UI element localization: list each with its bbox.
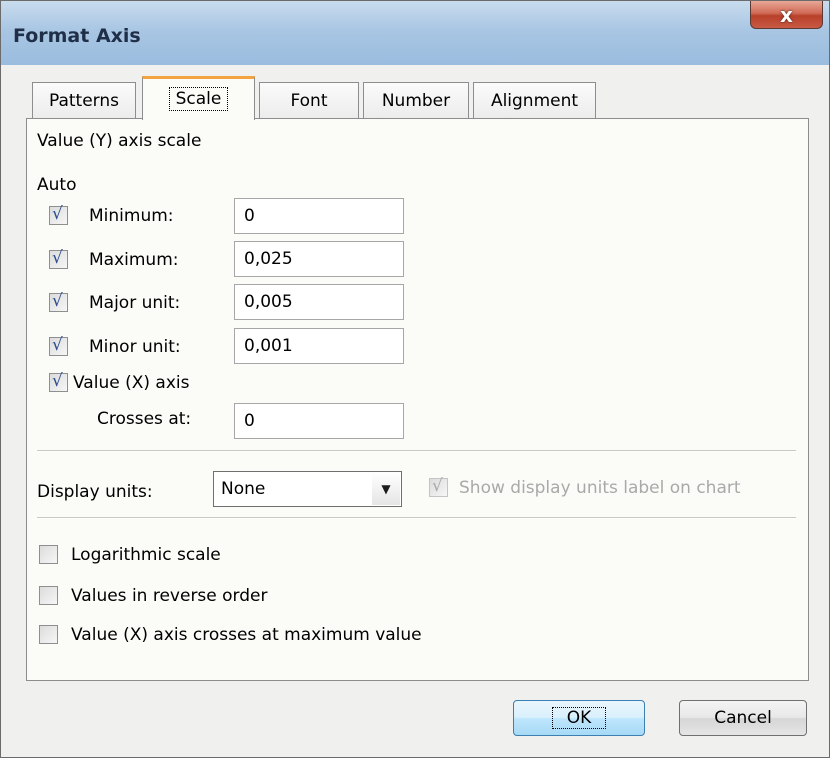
tab-patterns[interactable]: Patterns: [32, 82, 136, 118]
tab-label: Number: [381, 91, 451, 111]
minimum-label: Minimum:: [89, 206, 174, 226]
crosses-at-label: Crosses at:: [97, 409, 192, 429]
major-unit-input[interactable]: [234, 284, 404, 320]
crosses-at-maximum-label: Value (X) axis crosses at maximum value: [71, 625, 422, 645]
display-units-value: None: [221, 479, 266, 499]
ok-button[interactable]: OK: [513, 700, 645, 736]
chevron-down-icon: ▼: [372, 473, 400, 505]
tab-label: Scale: [168, 87, 229, 111]
show-units-label-text: Show display units label on chart: [459, 478, 741, 498]
auto-label: Auto: [37, 175, 77, 195]
minor-unit-auto-checkbox[interactable]: [49, 335, 68, 356]
format-axis-dialog: Format Axis x Patterns Scale Font Number…: [0, 0, 830, 758]
maximum-auto-checkbox[interactable]: [49, 248, 68, 269]
cancel-button-label: Cancel: [714, 708, 772, 728]
maximum-input[interactable]: [234, 241, 404, 277]
crosses-at-input[interactable]: [234, 403, 404, 439]
ok-button-label: OK: [551, 707, 607, 729]
logarithmic-scale-checkbox[interactable]: [39, 545, 58, 564]
minimum-auto-checkbox[interactable]: [49, 204, 68, 225]
title-bar[interactable]: Format Axis: [1, 1, 829, 65]
x-axis-crosses-auto-checkbox[interactable]: [49, 371, 68, 392]
display-units-label: Display units:: [37, 482, 153, 502]
minor-unit-label: Minor unit:: [89, 337, 181, 357]
reverse-order-checkbox[interactable]: [39, 586, 58, 605]
window-title: Format Axis: [13, 25, 141, 47]
separator: [37, 450, 796, 452]
display-units-select[interactable]: None ▼: [213, 471, 402, 507]
close-icon: x: [780, 2, 793, 27]
tab-label: Font: [290, 91, 328, 111]
minimum-input[interactable]: [234, 198, 404, 234]
maximum-label: Maximum:: [89, 250, 179, 270]
tab-label: Patterns: [48, 91, 120, 111]
tab-number[interactable]: Number: [363, 82, 469, 118]
axis-scale-heading: Value (Y) axis scale: [37, 131, 202, 151]
tab-label: Alignment: [490, 91, 579, 111]
logarithmic-scale-label: Logarithmic scale: [71, 545, 221, 565]
crosses-at-maximum-checkbox[interactable]: [39, 625, 58, 644]
tab-scale[interactable]: Scale: [142, 76, 255, 120]
tab-alignment[interactable]: Alignment: [473, 82, 596, 118]
minor-unit-input[interactable]: [234, 328, 404, 364]
tab-font[interactable]: Font: [259, 82, 359, 118]
show-units-label-checkbox[interactable]: [429, 476, 448, 497]
cancel-button[interactable]: Cancel: [679, 700, 807, 736]
major-unit-auto-checkbox[interactable]: [49, 291, 68, 312]
close-button[interactable]: x: [750, 1, 823, 29]
x-axis-label: Value (X) axis: [73, 373, 190, 393]
major-unit-label: Major unit:: [89, 293, 181, 313]
reverse-order-label: Values in reverse order: [71, 586, 268, 606]
separator: [37, 517, 796, 519]
